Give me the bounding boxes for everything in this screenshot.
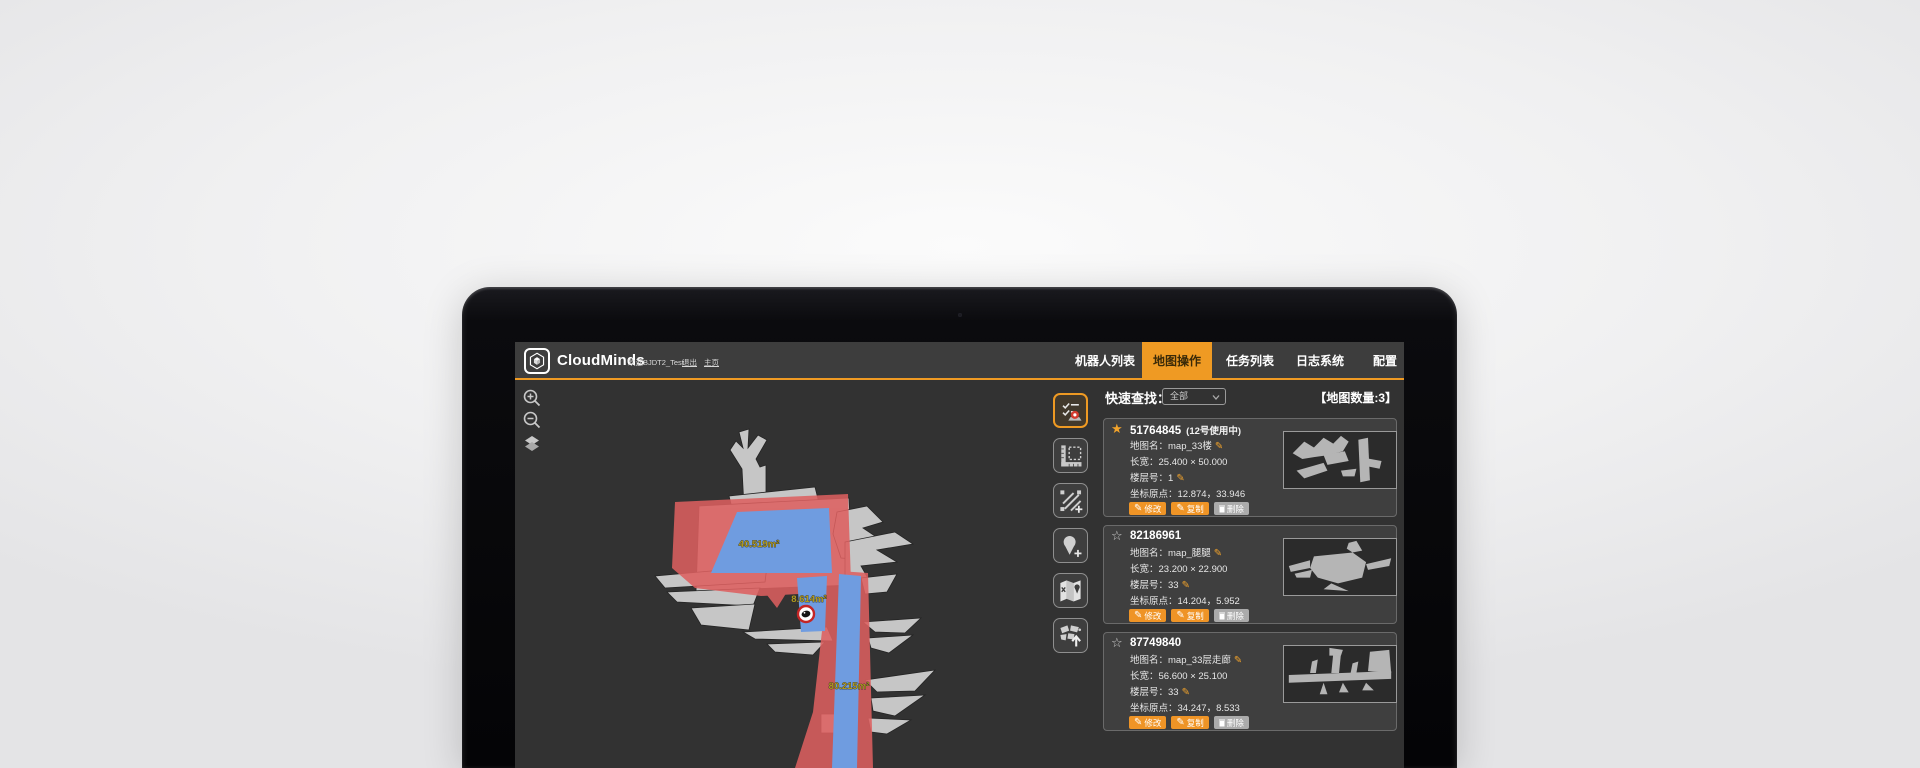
page-background: CloudMinds 欢迎BJDT2_Test 退出 主页 机器人列表 地图操作… xyxy=(0,0,1920,768)
tool-add-point-button[interactable] xyxy=(1053,528,1088,563)
chevron-down-icon xyxy=(1212,395,1220,400)
map-card: ☆ 82186961 地图名：map_腿腿✎ 长宽：23.200 × 22.90… xyxy=(1103,525,1397,624)
area-label: 40.519m² xyxy=(739,539,780,550)
copy-button[interactable]: ✎复制 xyxy=(1171,502,1208,515)
quick-search-value: 全部 xyxy=(1170,391,1188,401)
card-id: 82186961 xyxy=(1130,530,1181,542)
area-label: 80.215m² xyxy=(829,681,870,692)
tool-measure-area-button[interactable] xyxy=(1053,438,1088,473)
area-label: 8.614m² xyxy=(791,594,826,605)
trash-icon xyxy=(1219,505,1225,513)
cloudminds-logo-icon xyxy=(524,348,550,374)
nav-item-config[interactable]: 配置 xyxy=(1365,342,1404,380)
edit-icon[interactable]: ✎ xyxy=(1215,441,1223,452)
webcam-dot xyxy=(958,313,962,317)
map-origin-row: 坐标原点：34.247，8.533 xyxy=(1130,700,1240,714)
edit-icon: ✎ xyxy=(1134,717,1142,728)
map-size-row: 长宽：23.200 × 22.900 xyxy=(1130,561,1227,575)
laptop-mockup: CloudMinds 欢迎BJDT2_Test 退出 主页 机器人列表 地图操作… xyxy=(462,287,1457,768)
map-card: ☆ 87749840 地图名：map_33层走廊✎ 长宽：56.600 × 25… xyxy=(1103,632,1397,731)
delete-button[interactable]: 删除 xyxy=(1214,609,1249,622)
map-name-row: 地图名：map_33楼✎ xyxy=(1130,438,1223,452)
robot-position-marker xyxy=(798,606,814,622)
map-thumbnail xyxy=(1283,645,1397,703)
delete-map-icon xyxy=(1056,576,1085,605)
map-size-row: 长宽：25.400 × 50.000 xyxy=(1130,454,1227,468)
map-name-row: 地图名：map_33层走廊✎ xyxy=(1130,652,1242,666)
trash-icon xyxy=(1219,719,1225,727)
map-canvas[interactable]: 40.519m² 8.614m² 80.215m² xyxy=(515,382,1045,768)
navbar: CloudMinds 欢迎BJDT2_Test 退出 主页 机器人列表 地图操作… xyxy=(515,342,1404,380)
modify-button[interactable]: ✎修改 xyxy=(1129,716,1166,729)
map-origin-row: 坐标原点：14.204，5.952 xyxy=(1130,593,1240,607)
modify-button[interactable]: ✎修改 xyxy=(1129,502,1166,515)
map-name-row: 地图名：map_腿腿✎ xyxy=(1130,545,1222,559)
card-usage-badge: (12号使用中) xyxy=(1186,426,1241,437)
edit-icon: ✎ xyxy=(1134,610,1142,621)
edit-icon: ✎ xyxy=(1134,503,1142,514)
tool-upload-map-button[interactable] xyxy=(1053,618,1088,653)
map-task-list-icon xyxy=(1056,396,1085,425)
edit-icon[interactable]: ✎ xyxy=(1182,687,1190,698)
measure-area-icon xyxy=(1056,441,1085,470)
map-count: 【地图数量:3】 xyxy=(1314,389,1397,406)
nav-item-robot-list[interactable]: 机器人列表 xyxy=(1075,342,1135,380)
tool-delete-map-button[interactable] xyxy=(1053,573,1088,608)
card-id: 87749840 xyxy=(1130,637,1181,649)
welcome-text: 欢迎BJDT2_Test xyxy=(628,357,684,368)
upload-map-icon xyxy=(1056,621,1085,650)
map-origin-row: 坐标原点：12.874，33.946 xyxy=(1130,486,1245,500)
nav-item-log-system[interactable]: 日志系统 xyxy=(1290,342,1350,380)
edit-icon[interactable]: ✎ xyxy=(1234,655,1242,666)
nav-item-task-list[interactable]: 任务列表 xyxy=(1220,342,1280,380)
star-icon[interactable]: ☆ xyxy=(1111,528,1123,544)
star-icon[interactable]: ★ xyxy=(1111,421,1123,437)
edit-icon[interactable]: ✎ xyxy=(1182,580,1190,591)
nav-item-map-operations[interactable]: 地图操作 xyxy=(1142,342,1212,380)
quick-search-label: 快速查找： xyxy=(1105,388,1170,407)
add-virtual-wall-icon xyxy=(1056,486,1085,515)
copy-icon: ✎ xyxy=(1176,503,1184,514)
tool-map-task-list-button[interactable] xyxy=(1053,393,1088,428)
delete-button[interactable]: 删除 xyxy=(1214,716,1249,729)
map-size-row: 长宽：56.600 × 25.100 xyxy=(1130,668,1227,682)
modify-button[interactable]: ✎修改 xyxy=(1129,609,1166,622)
star-icon[interactable]: ☆ xyxy=(1111,635,1123,651)
app-screen: CloudMinds 欢迎BJDT2_Test 退出 主页 机器人列表 地图操作… xyxy=(515,342,1404,768)
edit-icon[interactable]: ✎ xyxy=(1176,473,1184,484)
map-thumbnail xyxy=(1283,538,1397,596)
card-id: 51764845(12号使用中) xyxy=(1130,423,1241,437)
copy-icon: ✎ xyxy=(1176,717,1184,728)
copy-icon: ✎ xyxy=(1176,610,1184,621)
trash-icon xyxy=(1219,612,1225,620)
map-thumbnail xyxy=(1283,431,1397,489)
map-floor-row: 楼层号：33✎ xyxy=(1130,684,1190,698)
map-card: ★ 51764845(12号使用中) 地图名：map_33楼✎ 长宽：25.40… xyxy=(1103,418,1397,517)
map-floor-row: 楼层号：1✎ xyxy=(1130,470,1185,484)
tool-add-virtual-wall-button[interactable] xyxy=(1053,483,1088,518)
add-point-icon xyxy=(1056,531,1085,560)
home-link[interactable]: 主页 xyxy=(704,357,719,368)
quick-search-select[interactable]: 全部 xyxy=(1162,388,1226,405)
copy-button[interactable]: ✎复制 xyxy=(1171,609,1208,622)
copy-button[interactable]: ✎复制 xyxy=(1171,716,1208,729)
map-floor-row: 楼层号：33✎ xyxy=(1130,577,1190,591)
logout-link[interactable]: 退出 xyxy=(682,357,697,368)
delete-button[interactable]: 删除 xyxy=(1214,502,1249,515)
edit-icon[interactable]: ✎ xyxy=(1214,548,1222,559)
